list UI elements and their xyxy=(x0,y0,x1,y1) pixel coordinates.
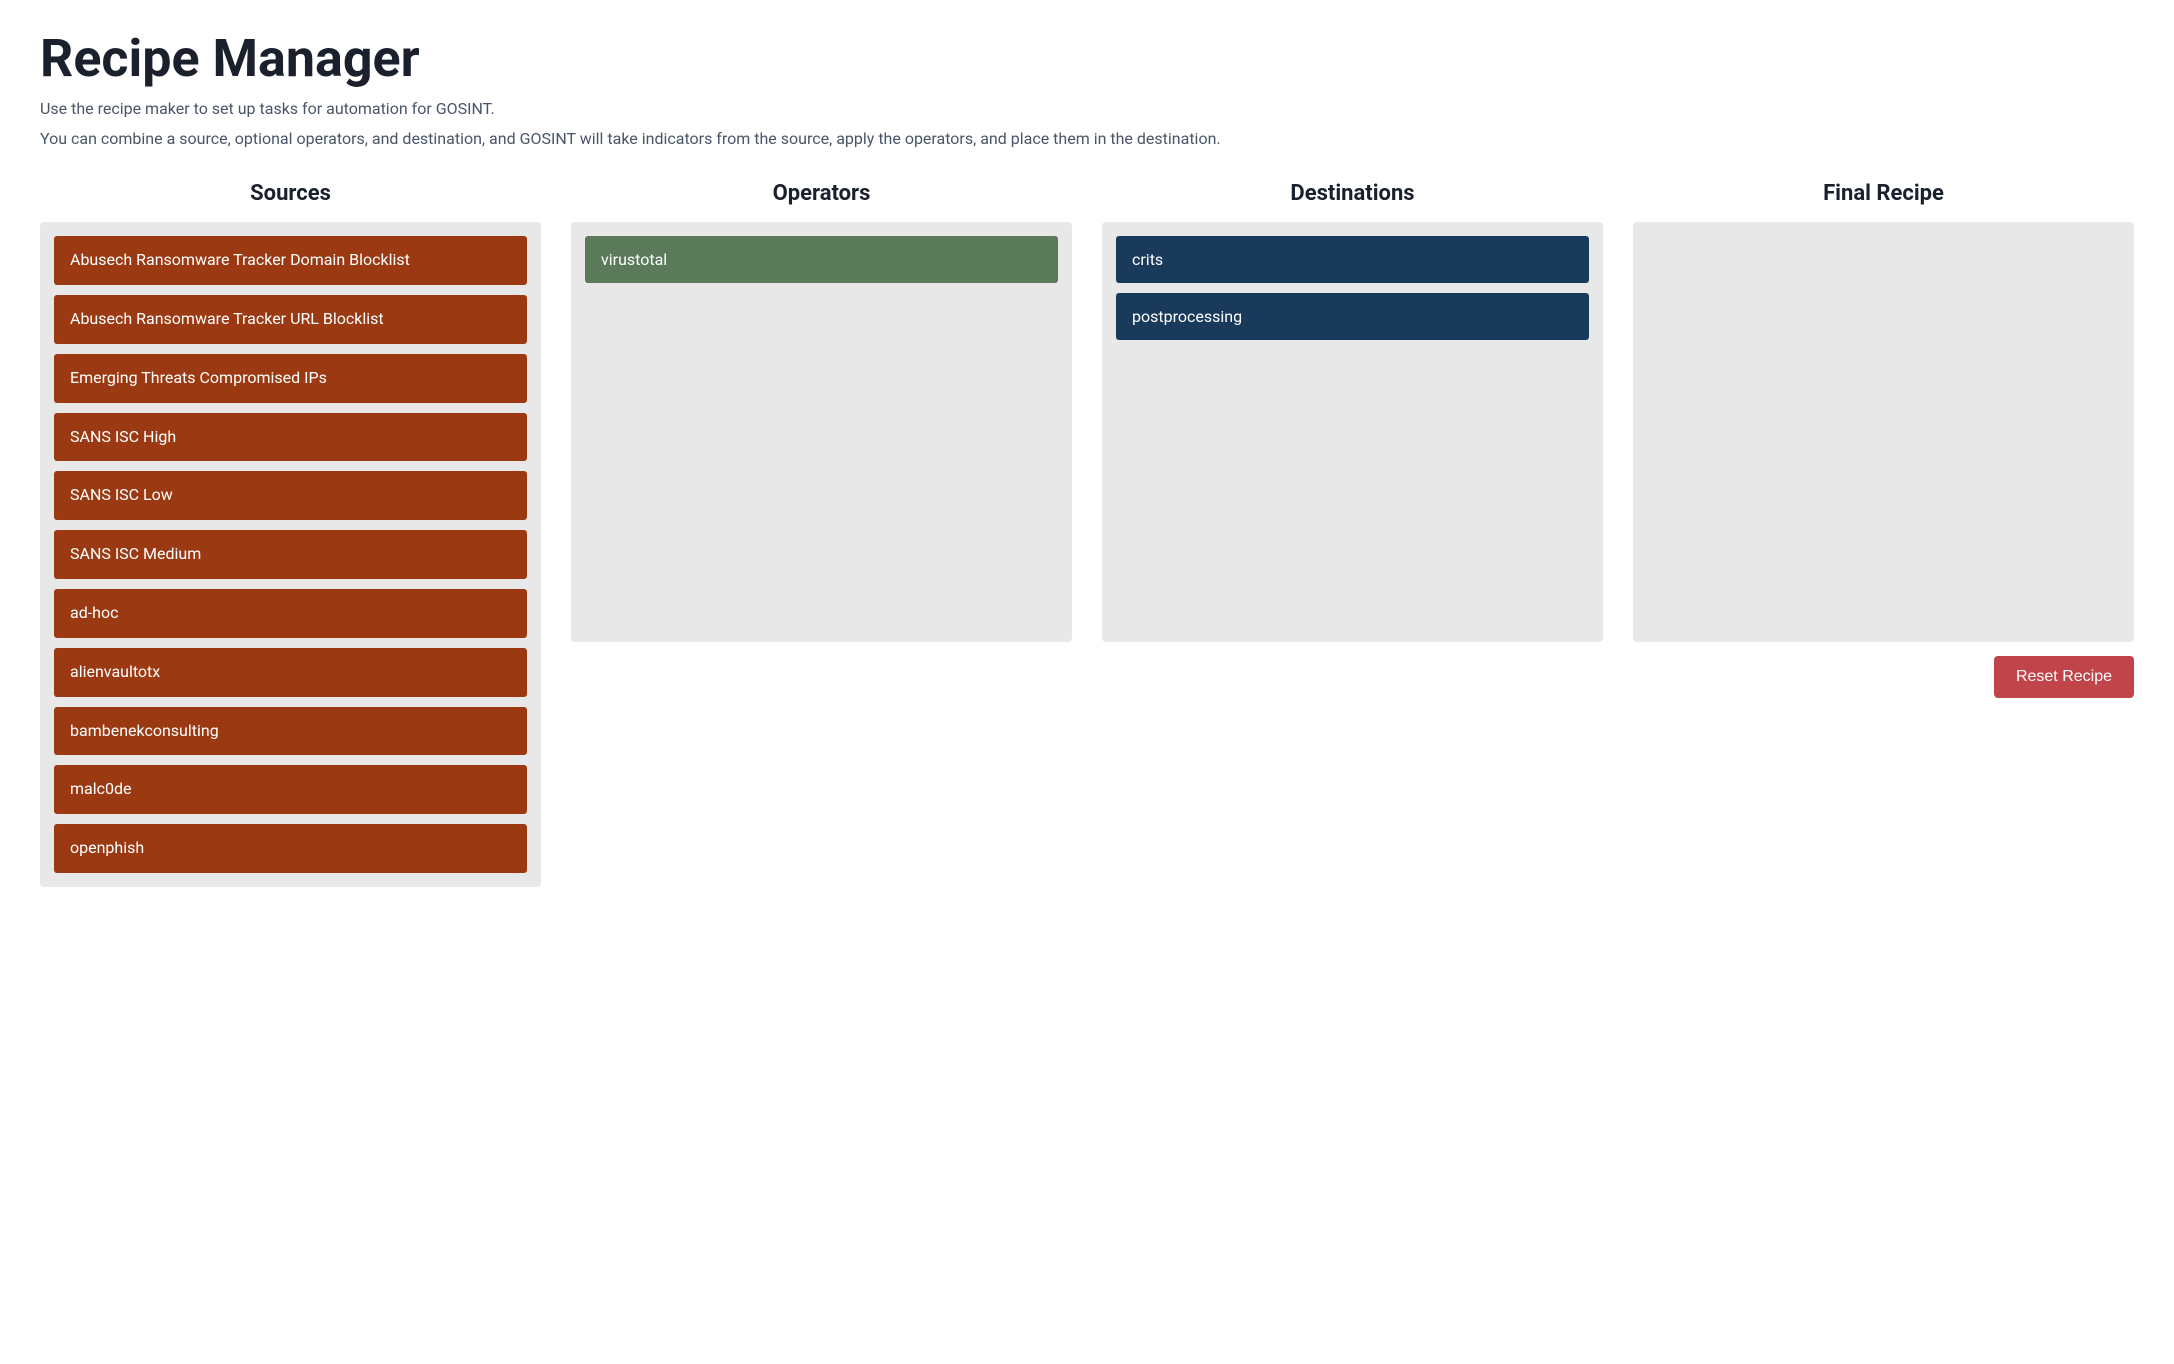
reset-recipe-button[interactable]: Reset Recipe xyxy=(1994,656,2134,698)
source-item[interactable]: SANS ISC Medium xyxy=(54,530,527,579)
page-title: Recipe Manager xyxy=(40,30,2134,87)
source-item[interactable]: ad-hoc xyxy=(54,589,527,638)
sources-column: Sources Abusech Ransomware Tracker Domai… xyxy=(40,181,541,887)
description-1: Use the recipe maker to set up tasks for… xyxy=(40,97,2134,121)
destination-item[interactable]: crits xyxy=(1116,236,1589,283)
source-item[interactable]: SANS ISC High xyxy=(54,413,527,462)
description-2: You can combine a source, optional opera… xyxy=(40,127,2134,151)
source-item[interactable]: SANS ISC Low xyxy=(54,471,527,520)
operator-item[interactable]: virustotal xyxy=(585,236,1058,283)
source-item[interactable]: Abusech Ransomware Tracker Domain Blockl… xyxy=(54,236,527,285)
source-item[interactable]: alienvaultotx xyxy=(54,648,527,697)
sources-panel: Abusech Ransomware Tracker Domain Blockl… xyxy=(40,222,541,887)
source-item[interactable]: openphish xyxy=(54,824,527,873)
destination-item[interactable]: postprocessing xyxy=(1116,293,1589,340)
operators-panel: virustotal xyxy=(571,222,1072,642)
source-item[interactable]: Emerging Threats Compromised IPs xyxy=(54,354,527,403)
operators-column: Operators virustotal xyxy=(571,181,1072,642)
source-item[interactable]: Abusech Ransomware Tracker URL Blocklist xyxy=(54,295,527,344)
operators-heading: Operators xyxy=(571,181,1072,206)
source-item[interactable]: malc0de xyxy=(54,765,527,814)
sources-heading: Sources xyxy=(40,181,541,206)
destinations-heading: Destinations xyxy=(1102,181,1603,206)
destinations-panel: crits postprocessing xyxy=(1102,222,1603,642)
final-recipe-panel xyxy=(1633,222,2134,642)
source-item[interactable]: bambenekconsulting xyxy=(54,707,527,756)
final-recipe-column: Final Recipe Reset Recipe xyxy=(1633,181,2134,698)
final-recipe-heading: Final Recipe xyxy=(1633,181,2134,206)
columns-container: Sources Abusech Ransomware Tracker Domai… xyxy=(40,181,2134,887)
destinations-column: Destinations crits postprocessing xyxy=(1102,181,1603,642)
